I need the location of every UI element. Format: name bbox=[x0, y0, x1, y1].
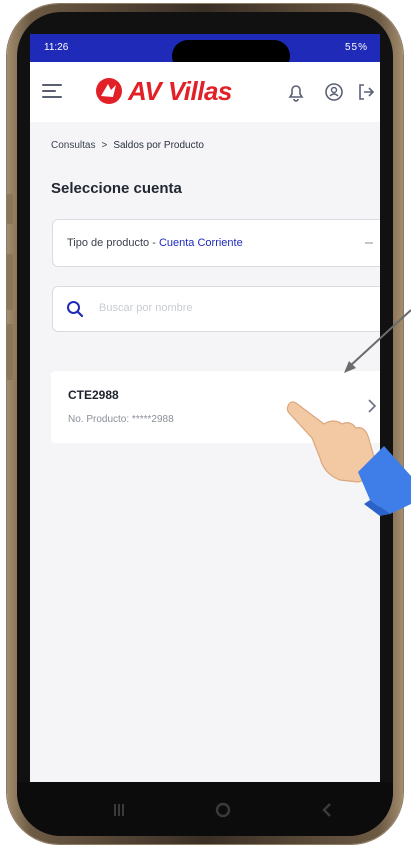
status-time: 11:26 bbox=[44, 42, 69, 53]
status-battery: 55% bbox=[344, 42, 368, 53]
brand-logo: AV Villas bbox=[94, 74, 232, 108]
recent-apps-icon[interactable] bbox=[109, 800, 129, 820]
product-type-label-text: Tipo de producto - bbox=[67, 237, 156, 249]
home-icon[interactable] bbox=[213, 800, 233, 820]
logo-text: AV Villas bbox=[128, 75, 232, 106]
chevron-down-icon bbox=[365, 242, 373, 244]
search-placeholder: Buscar por nombre bbox=[99, 302, 193, 314]
search-icon bbox=[67, 301, 84, 318]
volume-down-button bbox=[7, 324, 13, 380]
account-name: CTE2988 bbox=[68, 388, 119, 402]
breadcrumb-separator: > bbox=[101, 140, 108, 151]
breadcrumb: Consultas > Saldos por Producto bbox=[51, 140, 204, 151]
av-villas-logo-icon bbox=[96, 78, 122, 104]
search-input[interactable]: Buscar por nombre bbox=[52, 286, 380, 332]
pointing-hand-icon bbox=[286, 401, 411, 516]
breadcrumb-consultas[interactable]: Consultas bbox=[51, 140, 95, 151]
account-number: No. Producto: *****2988 bbox=[68, 414, 174, 425]
product-type-label: Tipo de producto - Cuenta Corriente bbox=[67, 237, 243, 249]
user-circle-icon[interactable] bbox=[322, 80, 346, 104]
product-type-select[interactable]: Tipo de producto - Cuenta Corriente bbox=[52, 219, 380, 267]
back-icon[interactable] bbox=[317, 800, 337, 820]
side-button bbox=[7, 194, 13, 224]
breadcrumb-current: Saldos por Producto bbox=[113, 140, 204, 151]
product-type-value: Cuenta Corriente bbox=[158, 237, 243, 249]
app-header: AV Villas bbox=[30, 62, 380, 122]
logout-icon[interactable] bbox=[354, 80, 378, 104]
android-nav-bar bbox=[17, 782, 393, 836]
page-title: Seleccione cuenta bbox=[51, 180, 182, 197]
volume-up-button bbox=[7, 254, 13, 310]
hamburger-menu-icon[interactable] bbox=[42, 84, 62, 98]
bell-icon[interactable] bbox=[284, 80, 308, 104]
